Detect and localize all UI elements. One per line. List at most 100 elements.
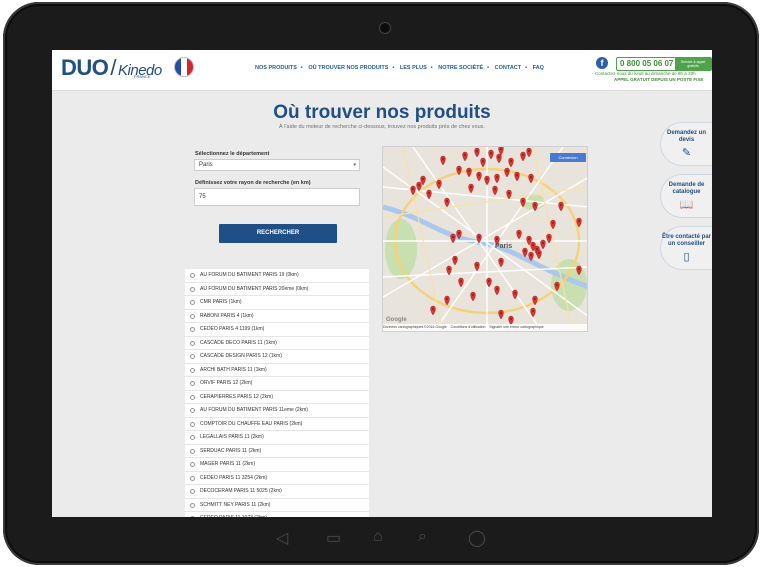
result-row[interactable]: LEGALLAIS PARIS 11 (2km) <box>185 431 369 445</box>
map-marker <box>474 147 480 158</box>
map-marker <box>498 257 504 268</box>
radio-icon[interactable] <box>190 502 195 508</box>
side-tab-quote[interactable]: Demandez un devis ✎ <box>660 122 712 166</box>
result-row[interactable]: CEDEO PARIS 11 3254 (2km) <box>185 471 369 485</box>
phone-icon: ▯ <box>683 251 690 263</box>
back-icon[interactable]: ◁ <box>276 528 288 548</box>
map-marker-dot <box>514 292 516 294</box>
search-button[interactable]: RECHERCHER <box>219 224 337 243</box>
map-marker <box>498 309 504 320</box>
radio-icon[interactable] <box>190 408 195 413</box>
radio-icon[interactable] <box>190 516 195 517</box>
radio-icon[interactable] <box>190 313 195 319</box>
map-road <box>532 147 574 331</box>
result-row[interactable]: CMR PARIS (1km) <box>185 296 369 310</box>
result-label: CEDEO PARIS 4 1199 (1km) <box>200 326 265 332</box>
result-row[interactable]: AU FORUM DU BATIMENT PARIS 19 (0km) <box>185 269 369 283</box>
radio-icon[interactable] <box>190 435 195 440</box>
result-row[interactable]: ORVIF PARIS 12 (2km) <box>185 377 369 391</box>
result-label: CEDEO PARIS 11 3254 (2km) <box>200 474 268 481</box>
map-marker <box>526 147 532 158</box>
nav-notre-societe[interactable]: NOTRE SOCIÉTÉ <box>438 65 483 71</box>
result-row[interactable]: DECOCERAM PARIS 11 5025 (2km) <box>185 485 369 499</box>
result-row[interactable]: COMPTOIR DU CHAUFFE EAU PARIS (2km) <box>185 417 369 431</box>
map-marker-dot <box>510 318 512 320</box>
radio-icon[interactable] <box>190 381 195 386</box>
nav-nos-produits[interactable]: NOS PRODUITS <box>255 65 297 71</box>
map-marker-dot <box>460 280 462 282</box>
department-select[interactable]: Paris ▾ <box>194 159 360 171</box>
map-marker-dot <box>418 184 420 186</box>
map-marker-dot <box>500 148 502 150</box>
nav-dot: • <box>392 65 395 71</box>
site-header: DUO/Kinedo FRANCE NOS PRODUITS • OÙ TROUV… <box>52 50 712 91</box>
result-row[interactable]: AU FORUM DU BATIMENT PARIS 11eme (2km) <box>185 404 369 418</box>
side-tab-catalog[interactable]: Demande de catalogue 📖 <box>660 174 712 218</box>
result-row[interactable]: AU FORUM DU BATIMENT PARIS 20eme (0km) <box>185 282 369 296</box>
nav-ou-trouver[interactable]: OÙ TROUVER NOS PRODUITS <box>308 65 388 71</box>
map-marker-dot <box>494 188 496 190</box>
radio-icon[interactable] <box>190 394 195 400</box>
radio-icon[interactable] <box>190 340 195 346</box>
results-list[interactable]: AU FORUM DU BATIMENT PARIS 19 (0km) AU FO… <box>185 269 369 517</box>
recent-apps-icon[interactable]: ▭ <box>326 528 341 548</box>
map-marker-dot <box>496 288 498 290</box>
radio-icon[interactable] <box>190 286 195 292</box>
map-marker-dot <box>530 254 532 256</box>
department-value: Paris <box>199 162 213 168</box>
result-row[interactable]: CERAPIERRES PARIS 12 (2km) <box>185 390 369 404</box>
result-row[interactable]: SCHMITT NEY PARIS 11 (2km) <box>185 498 369 512</box>
menu-icon[interactable]: ◯ <box>468 528 486 548</box>
radio-icon[interactable] <box>190 475 195 481</box>
home-icon[interactable]: ⌂ <box>373 528 383 546</box>
radio-icon[interactable] <box>190 327 195 332</box>
map-marker-dot <box>454 258 456 260</box>
result-row[interactable]: ARCHI BATH PARIS 11 (1km) <box>185 363 369 377</box>
map-marker-dot <box>496 238 498 240</box>
result-label: COMPTOIR DU CHAUFFE EAU PARIS (2km) <box>200 420 303 427</box>
result-row[interactable]: CEDEO PARIS 4 1199 (1km) <box>185 323 369 337</box>
map-canvas[interactable] <box>383 147 588 332</box>
radius-input[interactable]: 75 <box>194 188 360 206</box>
result-row[interactable]: CASCADE DECO PARIS 11 (1km) <box>185 336 369 350</box>
map-marker-dot <box>498 156 500 158</box>
map-marker <box>444 197 450 208</box>
result-row[interactable]: RABONI PARIS 4 (1km) <box>185 309 369 323</box>
map-marker-dot <box>556 284 558 286</box>
radio-icon[interactable] <box>190 367 195 373</box>
result-row[interactable]: MAGER PARIS 11 (2km) <box>185 458 369 472</box>
radio-icon[interactable] <box>190 354 195 359</box>
radio-icon[interactable] <box>190 462 195 467</box>
map-marker <box>494 173 500 184</box>
map-connexion-button[interactable]: Connexion <box>550 153 586 162</box>
result-label: AU FORUM DU BATIMENT PARIS 20eme (0km) <box>200 285 309 292</box>
phone-box[interactable]: 0 800 05 06 07 Service & appel gratuits <box>616 57 712 71</box>
map-terms-link[interactable]: Conditions d'utilisation <box>451 325 486 329</box>
radio-icon[interactable] <box>190 489 195 494</box>
nav-contact[interactable]: CONTACT <box>495 65 521 71</box>
radio-icon[interactable] <box>190 300 195 305</box>
nav-faq[interactable]: FAQ <box>533 65 544 71</box>
search-icon[interactable]: ⌕ <box>418 528 427 546</box>
map[interactable]: Paris Connexion Google Données cartograp… <box>382 146 588 332</box>
map-marker-dot <box>448 268 450 270</box>
map-marker-dot <box>578 268 580 270</box>
radio-icon[interactable] <box>190 448 195 454</box>
map-report-link[interactable]: Signaler une erreur cartographique <box>489 325 543 329</box>
radio-icon[interactable] <box>190 421 195 427</box>
map-marker <box>458 277 464 288</box>
nav-les-plus[interactable]: LES PLUS <box>400 65 427 71</box>
radio-icon[interactable] <box>190 273 195 278</box>
side-tab-contact[interactable]: Être contacté par un conseiller ▯ <box>660 226 712 270</box>
map-marker-dot <box>446 298 448 300</box>
result-label: SERDUAC PARIS 11 (2km) <box>200 447 262 454</box>
map-marker-dot <box>478 174 480 176</box>
facebook-icon[interactable]: f <box>596 57 608 69</box>
map-marker-dot <box>412 188 414 190</box>
map-marker-dot <box>538 252 540 254</box>
logo-duo: DUO <box>61 55 109 80</box>
result-row[interactable]: CEDEO PARIS 11 1073 (2km) <box>185 512 369 517</box>
map-marker-dot <box>542 242 544 244</box>
result-row[interactable]: SERDUAC PARIS 11 (2km) <box>185 444 369 458</box>
result-row[interactable]: CASCADE DESIGN PARIS 12 (1km) <box>185 350 369 364</box>
